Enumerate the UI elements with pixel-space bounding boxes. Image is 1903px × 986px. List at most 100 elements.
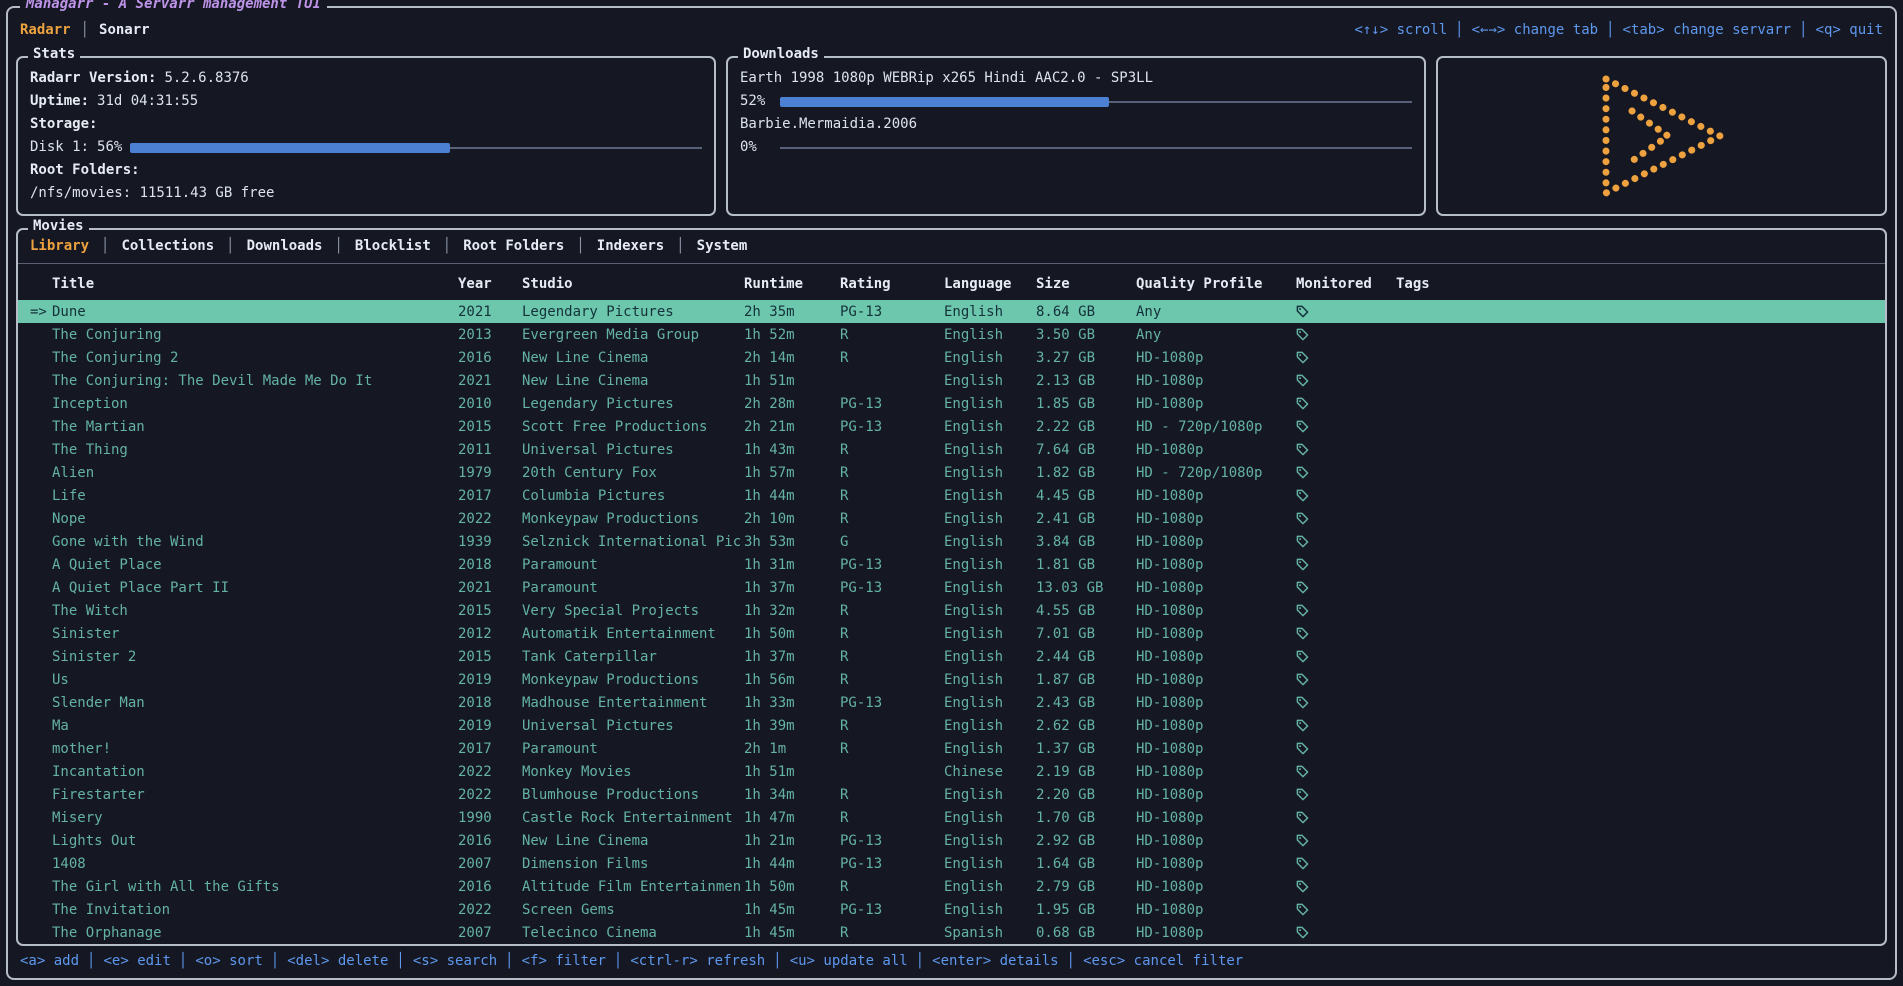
table-row[interactable]: Ma 2019 Universal Pictures 1h 39m R Engl… xyxy=(18,714,1885,737)
tab-root-folders[interactable]: Root Folders xyxy=(463,238,564,254)
stats-storage-line: Storage: xyxy=(30,113,702,136)
download-item-name: Barbie.Mermaidia.2006 xyxy=(740,113,1412,136)
table-row[interactable]: Us 2019 Monkeypaw Productions 1h 56m R E… xyxy=(18,668,1885,691)
table-row[interactable]: Gone with the Wind 1939 Selznick Interna… xyxy=(18,530,1885,553)
downloads-panel: Downloads Earth 1998 1080p WEBRip x265 H… xyxy=(726,56,1426,216)
hint-change-servarr: <tab> change servarr xyxy=(1623,22,1792,38)
table-row[interactable]: The Orphanage 2007 Telecinco Cinema 1h 4… xyxy=(18,921,1885,944)
cell-language: English xyxy=(944,304,1036,320)
cell-runtime: 3h 53m xyxy=(744,534,840,550)
cell-monitored xyxy=(1296,787,1396,803)
table-row[interactable]: Slender Man 2018 Madhouse Entertainment … xyxy=(18,691,1885,714)
cell-monitored xyxy=(1296,327,1396,343)
cell-studio: New Line Cinema xyxy=(522,350,744,366)
table-row[interactable]: Incantation 2022 Monkey Movies 1h 51m Ch… xyxy=(18,760,1885,783)
cell-rating: PG-13 xyxy=(840,902,944,918)
table-row[interactable]: The Conjuring 2 2016 New Line Cinema 2h … xyxy=(18,346,1885,369)
table-row[interactable]: mother! 2017 Paramount 2h 1m R English 1… xyxy=(18,737,1885,760)
table-row[interactable]: Alien 1979 20th Century Fox 1h 57m R Eng… xyxy=(18,461,1885,484)
hint-separator: │ xyxy=(87,953,95,972)
cell-studio: Universal Pictures xyxy=(522,442,744,458)
version-value: 5.2.6.8376 xyxy=(164,67,248,90)
cell-language: English xyxy=(944,718,1036,734)
tab-downloads[interactable]: Downloads xyxy=(247,238,323,254)
table-row[interactable]: Sinister 2012 Automatik Entertainment 1h… xyxy=(18,622,1885,645)
cell-quality: HD - 720p/1080p xyxy=(1136,419,1296,435)
cell-quality: HD-1080p xyxy=(1136,396,1296,412)
table-row[interactable]: Firestarter 2022 Blumhouse Productions 1… xyxy=(18,783,1885,806)
table-row[interactable]: A Quiet Place 2018 Paramount 1h 31m PG-1… xyxy=(18,553,1885,576)
table-row[interactable]: Sinister 2 2015 Tank Caterpillar 1h 37m … xyxy=(18,645,1885,668)
tab-library[interactable]: Library xyxy=(30,238,89,254)
cell-rating: PG-13 xyxy=(840,695,944,711)
cell-monitored xyxy=(1296,856,1396,872)
cell-runtime: 1h 21m xyxy=(744,833,840,849)
tag-icon xyxy=(1296,903,1309,916)
keybind-hints-top: <↑↓> scroll│<←→> change tab│<tab> change… xyxy=(1354,22,1883,38)
cell-quality: HD-1080p xyxy=(1136,488,1296,504)
cell-language: English xyxy=(944,534,1036,550)
cell-rating: R xyxy=(840,787,944,803)
tag-icon xyxy=(1296,926,1309,939)
cell-monitored xyxy=(1296,304,1396,320)
tab-separator: │ xyxy=(101,238,109,254)
cell-monitored xyxy=(1296,764,1396,780)
table-row[interactable]: A Quiet Place Part II 2021 Paramount 1h … xyxy=(18,576,1885,599)
cell-runtime: 1h 33m xyxy=(744,695,840,711)
hint-key: <ctrl-r> xyxy=(630,953,697,969)
cell-studio: Universal Pictures xyxy=(522,718,744,734)
table-row[interactable]: The Thing 2011 Universal Pictures 1h 43m… xyxy=(18,438,1885,461)
table-row[interactable]: Life 2017 Columbia Pictures 1h 44m R Eng… xyxy=(18,484,1885,507)
tag-icon xyxy=(1296,466,1309,479)
cell-title: Slender Man xyxy=(52,695,458,711)
downloads-body: Earth 1998 1080p WEBRip x265 Hindi AAC2.… xyxy=(728,58,1424,168)
cell-language: English xyxy=(944,695,1036,711)
tag-icon xyxy=(1296,420,1309,433)
tab-collections[interactable]: Collections xyxy=(121,238,214,254)
tag-icon xyxy=(1296,673,1309,686)
table-row[interactable]: The Conjuring: The Devil Made Me Do It 2… xyxy=(18,369,1885,392)
cell-year: 2016 xyxy=(458,833,522,849)
cell-language: English xyxy=(944,396,1036,412)
table-row[interactable]: 1408 2007 Dimension Films 1h 44m PG-13 E… xyxy=(18,852,1885,875)
tag-icon xyxy=(1296,328,1309,341)
hint-delete: <del> delete xyxy=(287,953,388,972)
table-row[interactable]: Inception 2010 Legendary Pictures 2h 28m… xyxy=(18,392,1885,415)
table-row[interactable]: The Martian 2015 Scott Free Productions … xyxy=(18,415,1885,438)
servarr-tab-sonarr[interactable]: Sonarr xyxy=(99,22,150,38)
cell-rating: PG-13 xyxy=(840,856,944,872)
cell-rating: R xyxy=(840,649,944,665)
cell-quality: HD-1080p xyxy=(1136,879,1296,895)
cell-studio: Legendary Pictures xyxy=(522,396,744,412)
column-header-monitored: Monitored xyxy=(1296,276,1396,292)
table-row[interactable]: => Dune 2021 Legendary Pictures 2h 35m P… xyxy=(18,300,1885,323)
movies-panel-title: Movies xyxy=(28,218,89,234)
table-row[interactable]: Nope 2022 Monkeypaw Productions 2h 10m R… xyxy=(18,507,1885,530)
tag-icon xyxy=(1296,535,1309,548)
cell-runtime: 1h 37m xyxy=(744,580,840,596)
download-name: Barbie.Mermaidia.2006 xyxy=(740,113,917,136)
table-row[interactable]: The Girl with All the Gifts 2016 Altitud… xyxy=(18,875,1885,898)
cell-monitored xyxy=(1296,396,1396,412)
cell-size: 7.64 GB xyxy=(1036,442,1136,458)
hint-filter: <f> filter xyxy=(522,953,606,972)
tab-indexers[interactable]: Indexers xyxy=(597,238,664,254)
cell-language: English xyxy=(944,580,1036,596)
table-row[interactable]: The Conjuring 2013 Evergreen Media Group… xyxy=(18,323,1885,346)
cell-size: 2.41 GB xyxy=(1036,511,1136,527)
download-percent: 52% xyxy=(740,90,780,113)
cell-language: English xyxy=(944,327,1036,343)
servarr-tab-radarr[interactable]: Radarr xyxy=(20,22,71,38)
table-row[interactable]: The Invitation 2022 Screen Gems 1h 45m P… xyxy=(18,898,1885,921)
tab-blocklist[interactable]: Blocklist xyxy=(355,238,431,254)
table-row[interactable]: Misery 1990 Castle Rock Entertainment 1h… xyxy=(18,806,1885,829)
tab-system[interactable]: System xyxy=(697,238,748,254)
download-progress-bar xyxy=(780,90,1412,113)
stats-body: Radarr Version: 5.2.6.8376 Uptime: 31d 0… xyxy=(18,58,714,214)
cell-runtime: 1h 51m xyxy=(744,764,840,780)
cell-rating: PG-13 xyxy=(840,557,944,573)
cell-title: Gone with the Wind xyxy=(52,534,458,550)
table-row[interactable]: Lights Out 2016 New Line Cinema 1h 21m P… xyxy=(18,829,1885,852)
table-row[interactable]: The Witch 2015 Very Special Projects 1h … xyxy=(18,599,1885,622)
cell-size: 2.79 GB xyxy=(1036,879,1136,895)
